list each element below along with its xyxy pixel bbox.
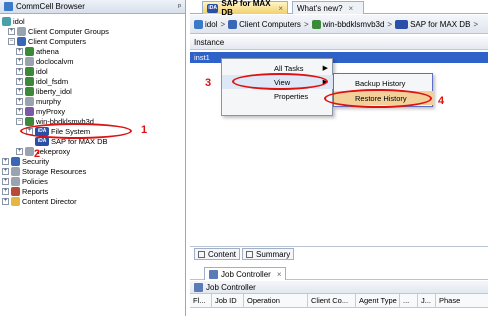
commcell-browser-icon: [4, 2, 13, 11]
commcell-icon: [2, 17, 11, 26]
client-icon: [25, 97, 34, 106]
column-header-instance[interactable]: Instance: [190, 36, 488, 50]
expand-icon[interactable]: +: [2, 178, 9, 185]
job-controller-header: Job Controller: [190, 281, 488, 294]
column-header-job-id[interactable]: Job ID: [212, 293, 244, 308]
tab-job-controller[interactable]: Job Controller ×: [204, 267, 287, 280]
menu-item-properties[interactable]: Properties: [222, 89, 334, 103]
storage-icon: [11, 167, 20, 176]
expand-icon[interactable]: +: [16, 58, 23, 65]
tab-whats-new[interactable]: What's new? ×: [292, 1, 364, 14]
content-director-icon: [11, 197, 20, 206]
column-header-agent-type[interactable]: Agent Type: [356, 293, 400, 308]
tab-content[interactable]: Content: [194, 248, 241, 260]
job-controller-columns: Fl... Job ID Operation Client Co... Agen…: [190, 293, 488, 308]
policies-icon: [11, 177, 20, 186]
expand-icon[interactable]: +: [16, 88, 23, 95]
breadcrumb-item-client[interactable]: win-bbdklsmvb3d: [323, 20, 385, 29]
client-icon: [25, 147, 34, 156]
breadcrumb-item-client-computers[interactable]: Client Computers: [239, 20, 301, 29]
commcell-browser-title-bar: CommCell Browser ᵖ: [0, 0, 185, 14]
close-tab-icon[interactable]: ×: [277, 270, 282, 279]
client-icon: [25, 77, 34, 86]
pin-icon[interactable]: ᵖ: [178, 2, 181, 11]
view-tabs: Content Summary: [190, 246, 488, 261]
group-icon: [17, 27, 26, 36]
expand-icon[interactable]: +: [2, 188, 9, 195]
editor-tabs: iDA SAP for MAX DB × What's new? ×: [190, 0, 488, 17]
commcell-browser-pane: CommCell Browser ᵖ idol + Client Compute…: [0, 0, 186, 316]
annotation-number-4: 4: [438, 95, 445, 107]
tab-summary[interactable]: Summary: [242, 248, 295, 260]
close-tab-icon[interactable]: ×: [278, 4, 283, 13]
expand-icon[interactable]: +: [8, 28, 15, 35]
annotation-oval-1: [20, 123, 132, 139]
column-header-flags[interactable]: Fl...: [190, 293, 212, 308]
annotation-oval-3: [232, 73, 328, 90]
tree-node-content-director[interactable]: + Content Director: [2, 196, 77, 207]
job-controller-tabs: Job Controller ×: [190, 266, 488, 280]
expand-icon[interactable]: +: [16, 68, 23, 75]
client-icon: [25, 47, 34, 56]
annotation-oval-4: [324, 89, 432, 108]
column-header-phase[interactable]: Phase: [436, 294, 488, 308]
expand-icon[interactable]: +: [2, 168, 9, 175]
column-header-j[interactable]: J...: [418, 293, 436, 308]
annotation-number-3: 3: [205, 77, 212, 89]
column-header-client-computer[interactable]: Client Co...: [308, 293, 356, 308]
client-icon: [25, 117, 34, 126]
client-icon: [25, 57, 34, 66]
expand-icon[interactable]: +: [2, 158, 9, 165]
security-icon: [11, 157, 20, 166]
annotation-number-2: 2: [34, 148, 41, 160]
client-icon: [311, 19, 321, 29]
commcell-browser-title: CommCell Browser: [16, 2, 85, 11]
computer-icon: [17, 37, 26, 46]
expand-icon[interactable]: +: [16, 78, 23, 85]
expand-icon[interactable]: +: [16, 108, 23, 115]
expand-icon[interactable]: +: [16, 48, 23, 55]
collapse-icon[interactable]: −: [16, 118, 23, 125]
computer-icon: [228, 19, 238, 29]
collapse-icon[interactable]: −: [8, 38, 15, 45]
column-header-operation[interactable]: Operation: [244, 293, 308, 308]
client-icon: [25, 107, 34, 116]
expand-icon[interactable]: +: [16, 98, 23, 105]
ida-icon: iDA: [35, 137, 49, 146]
tab-sap-for-max-db[interactable]: iDA SAP for MAX DB ×: [202, 0, 288, 17]
commcell-icon: [194, 19, 203, 29]
menu-item-backup-history[interactable]: Backup History: [334, 76, 434, 90]
client-icon: [25, 87, 34, 96]
job-controller-icon: [194, 282, 203, 292]
reports-icon: [11, 187, 20, 196]
client-icon: [25, 67, 34, 76]
expand-icon[interactable]: +: [2, 198, 9, 205]
ida-icon: [395, 19, 409, 29]
close-tab-icon[interactable]: ×: [349, 4, 354, 13]
annotation-number-1: 1: [141, 124, 148, 136]
breadcrumb-item-agent[interactable]: SAP for MAX DB: [410, 20, 470, 29]
content-icon: [198, 250, 205, 258]
submenu-arrow-icon: ▶: [322, 65, 328, 72]
summary-icon: [246, 250, 254, 258]
ida-icon: iDA: [207, 3, 219, 13]
job-controller-icon: [209, 269, 218, 279]
breadcrumb: idol > Client Computers > win-bbdklsmvb3…: [190, 15, 488, 34]
expand-icon[interactable]: +: [16, 148, 23, 155]
column-header-more[interactable]: ...: [400, 293, 418, 308]
breadcrumb-item-idol[interactable]: idol: [205, 20, 217, 29]
